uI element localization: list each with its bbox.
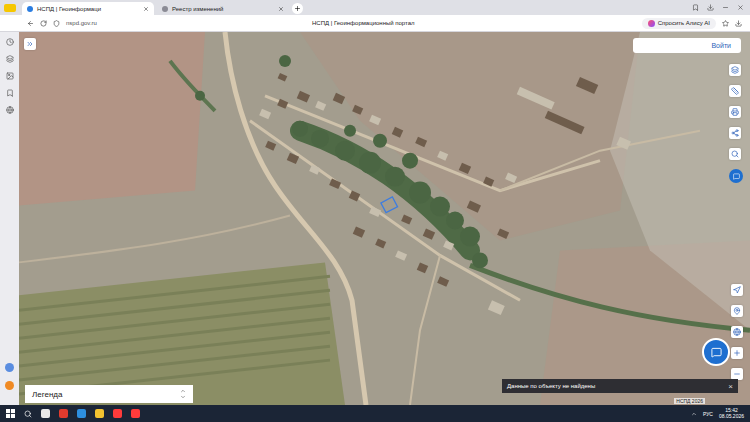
alice-icon [648,20,655,27]
taskbar-app-icon[interactable] [77,409,86,418]
bookmark-icon[interactable] [692,4,699,11]
globe-icon [733,328,741,336]
download-icon[interactable] [707,4,714,11]
new-tab-button[interactable] [292,3,303,14]
reload-icon[interactable] [40,20,47,27]
taskbar-app-icon[interactable] [41,409,50,418]
collections-icon[interactable] [6,55,14,63]
taskbar-app-icon[interactable] [59,409,68,418]
ruler-button[interactable] [729,85,741,97]
clock[interactable]: 15:4208.05.2026 [719,408,744,420]
app-icon[interactable] [5,363,14,372]
pin-icon [733,307,741,315]
yandex-id-icon [4,4,16,12]
globe-icon[interactable] [6,106,14,114]
close-icon[interactable] [278,6,284,12]
map[interactable]: Войти Легенда Данные по объекту не найдены… [19,32,750,405]
share-icon [731,129,739,137]
chat-button[interactable] [702,338,730,366]
printer-icon [731,108,739,116]
tab-label: Реестр изменений [172,6,274,12]
navigation-icon [733,286,741,294]
address-bar[interactable]: nspd.gov.ru [66,20,306,26]
tab-label: НСПД | Геоинформаци [37,6,139,12]
browser-sidebar [0,32,19,405]
map-navigation [731,284,743,380]
body: Войти Легенда Данные по объекту не найдены… [0,32,750,405]
map-tools [729,64,743,183]
toast: Данные по объекту не найдены× [502,379,738,393]
layers-icon [731,66,739,74]
toast-close-button[interactable]: × [728,382,733,391]
plus-icon [733,349,741,357]
search-icon [731,150,739,158]
expand-icon [180,388,186,400]
browser-tab[interactable]: Реестр изменений [157,2,289,15]
downloads-icon[interactable] [735,20,742,27]
address-row: nspd.gov.ru НСПД | Геоинформационный порт… [0,15,750,32]
language-indicator[interactable]: РУС [703,411,713,417]
star-icon[interactable] [722,20,729,27]
screen: НСПД | Геоинформаци Реестр изменений nspd.… [0,0,750,422]
windows-start-icon[interactable] [6,409,15,418]
satellite-imagery[interactable] [19,32,750,405]
tab-bar: НСПД | Геоинформаци Реестр изменений [0,0,750,15]
browser-menu[interactable] [0,0,19,15]
minimize-icon[interactable] [722,4,729,11]
page-title: НСПД | Геоинформационный портал [312,20,636,26]
close-window-icon[interactable] [737,4,744,11]
history-icon[interactable] [6,38,14,46]
shield-icon[interactable] [53,20,60,27]
share-button[interactable] [729,127,741,139]
app-icon[interactable] [5,381,14,390]
chevrons-right-icon [26,40,34,48]
back-icon[interactable] [27,20,34,27]
map-attribution: НСПД 2026 [674,398,705,404]
search-button[interactable] [729,148,741,160]
print-button[interactable] [729,106,741,118]
favicon-icon [162,6,168,12]
help-button[interactable] [729,169,743,183]
taskbar: РУС 15:4208.05.2026 [0,405,750,422]
favicon-icon [27,6,33,12]
chat-icon [711,347,722,358]
window-controls [692,0,744,15]
locate-button[interactable] [731,284,743,296]
compass-button[interactable] [731,326,743,338]
taskbar-app-icon[interactable] [131,409,140,418]
login-button[interactable]: Войти [633,38,741,53]
legend-dropdown[interactable]: Легенда [25,385,193,403]
alice-button[interactable]: Спросить Алису AI [642,18,716,29]
system-tray: РУС 15:4208.05.2026 [691,408,744,420]
basemap-button[interactable] [731,305,743,317]
ruler-icon [731,87,739,95]
message-icon [733,173,740,180]
taskbar-search-icon[interactable] [24,410,32,418]
taskbar-app-icon[interactable] [95,409,104,418]
bookmarks-icon[interactable] [6,89,14,97]
tray-expand-icon[interactable] [691,411,697,417]
plus-icon [294,5,301,12]
layers-button[interactable] [729,64,741,76]
browser-tab[interactable]: НСПД | Геоинформаци [22,2,154,15]
gallery-icon[interactable] [6,72,14,80]
zoom-in-button[interactable] [731,347,743,359]
taskbar-app-icon[interactable] [113,409,122,418]
panel-toggle-button[interactable] [24,38,36,50]
minus-icon [733,370,741,378]
close-icon[interactable] [143,6,149,12]
